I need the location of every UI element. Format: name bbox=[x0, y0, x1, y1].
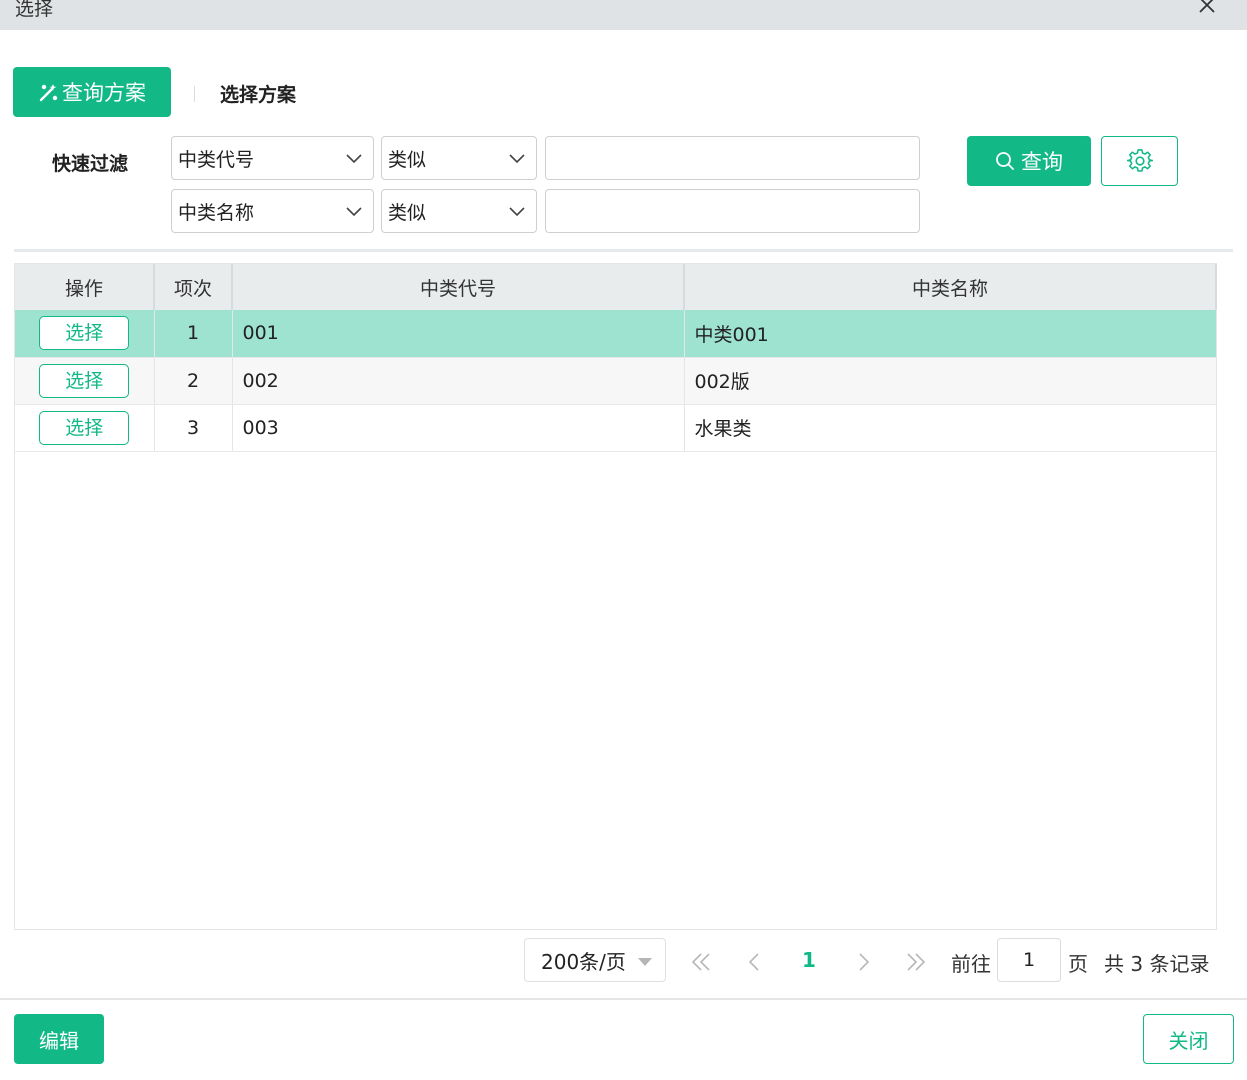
total-records: 共 3 条记录 bbox=[1104, 952, 1210, 976]
table-row[interactable]: 选择 2 002 002版 bbox=[15, 357, 1217, 405]
quick-filter-label: 快速过滤 bbox=[52, 153, 129, 175]
row-name-cell: 002版 bbox=[684, 357, 1217, 405]
row-code-cell: 003 bbox=[232, 404, 685, 452]
chevron-down-icon bbox=[346, 207, 362, 217]
gear-icon bbox=[1126, 149, 1153, 172]
column-header-code: 中类代号 bbox=[232, 264, 685, 310]
close-button[interactable]: 关闭 bbox=[1143, 1014, 1234, 1064]
filter-field-select-1[interactable]: 中类代号 bbox=[171, 136, 374, 180]
filter-operator-value: 类似 bbox=[388, 201, 427, 224]
goto-page-input[interactable]: 1 bbox=[997, 938, 1061, 982]
tab-select-scheme[interactable]: 选择方案 bbox=[220, 80, 296, 107]
tab-separator bbox=[194, 86, 195, 102]
tab-query-scheme[interactable]: 查询方案 bbox=[13, 67, 171, 117]
column-header-action: 操作 bbox=[15, 264, 155, 310]
row-index-cell: 3 bbox=[154, 404, 233, 452]
page-size-value: 200条/页 bbox=[541, 949, 626, 974]
settings-button[interactable] bbox=[1101, 136, 1178, 186]
current-page[interactable]: 1 bbox=[802, 948, 816, 972]
row-action-cell: 选择 bbox=[15, 310, 155, 358]
edit-button[interactable]: 编辑 bbox=[14, 1014, 104, 1064]
data-table: 操作 项次 中类代号 中类名称 选择 1 001 中类001 选择 2 002 … bbox=[14, 263, 1217, 930]
row-select-button[interactable]: 选择 bbox=[39, 410, 130, 445]
filter-divider bbox=[14, 249, 1233, 252]
filter-value-input-2[interactable] bbox=[545, 189, 920, 233]
column-header-name: 中类名称 bbox=[684, 264, 1217, 310]
row-select-button[interactable]: 选择 bbox=[39, 316, 130, 351]
chevron-down-icon bbox=[346, 154, 362, 164]
row-action-cell: 选择 bbox=[15, 357, 155, 405]
next-page-icon[interactable] bbox=[851, 950, 875, 974]
query-button[interactable]: 查询 bbox=[967, 136, 1091, 186]
chevron-down-icon bbox=[509, 207, 525, 217]
goto-suffix: 页 bbox=[1068, 952, 1088, 976]
tab-query-scheme-label: 查询方案 bbox=[62, 81, 146, 105]
goto-prefix: 前往 bbox=[951, 952, 991, 976]
page-size-select[interactable]: 200条/页 bbox=[524, 938, 666, 982]
filter-value-input-1[interactable] bbox=[545, 136, 920, 180]
column-header-index: 项次 bbox=[154, 264, 233, 310]
filter-operator-select-2[interactable]: 类似 bbox=[381, 189, 537, 233]
first-page-icon[interactable] bbox=[689, 950, 713, 974]
filter-field-value: 中类名称 bbox=[178, 201, 255, 224]
row-action-cell: 选择 bbox=[15, 404, 155, 452]
table-row[interactable]: 选择 1 001 中类001 bbox=[15, 310, 1217, 358]
magic-wand-icon bbox=[39, 84, 58, 102]
query-button-label: 查询 bbox=[1021, 150, 1063, 174]
row-code-cell: 002 bbox=[232, 357, 685, 405]
caret-down-icon bbox=[638, 958, 652, 966]
prev-page-icon[interactable] bbox=[743, 950, 767, 974]
row-index-cell: 1 bbox=[154, 310, 233, 358]
dialog-titlebar: 选择 bbox=[0, 0, 1247, 30]
filter-operator-select-1[interactable]: 类似 bbox=[381, 136, 537, 180]
table-row[interactable]: 选择 3 003 水果类 bbox=[15, 404, 1217, 452]
row-index-cell: 2 bbox=[154, 357, 233, 405]
search-icon bbox=[996, 152, 1014, 170]
chevron-down-icon bbox=[509, 154, 525, 164]
row-code-cell: 001 bbox=[232, 310, 685, 358]
row-select-button[interactable]: 选择 bbox=[39, 363, 130, 398]
filter-field-select-2[interactable]: 中类名称 bbox=[171, 189, 374, 233]
last-page-icon[interactable] bbox=[904, 950, 928, 974]
filter-operator-value: 类似 bbox=[388, 148, 427, 171]
row-name-cell: 中类001 bbox=[684, 310, 1217, 358]
dialog-title: 选择 bbox=[15, 0, 54, 20]
table-header-row: 操作 项次 中类代号 中类名称 bbox=[15, 264, 1217, 310]
footer-divider bbox=[0, 998, 1247, 1000]
filter-field-value: 中类代号 bbox=[178, 148, 255, 171]
row-name-cell: 水果类 bbox=[684, 404, 1217, 452]
close-icon[interactable] bbox=[1196, 0, 1218, 16]
